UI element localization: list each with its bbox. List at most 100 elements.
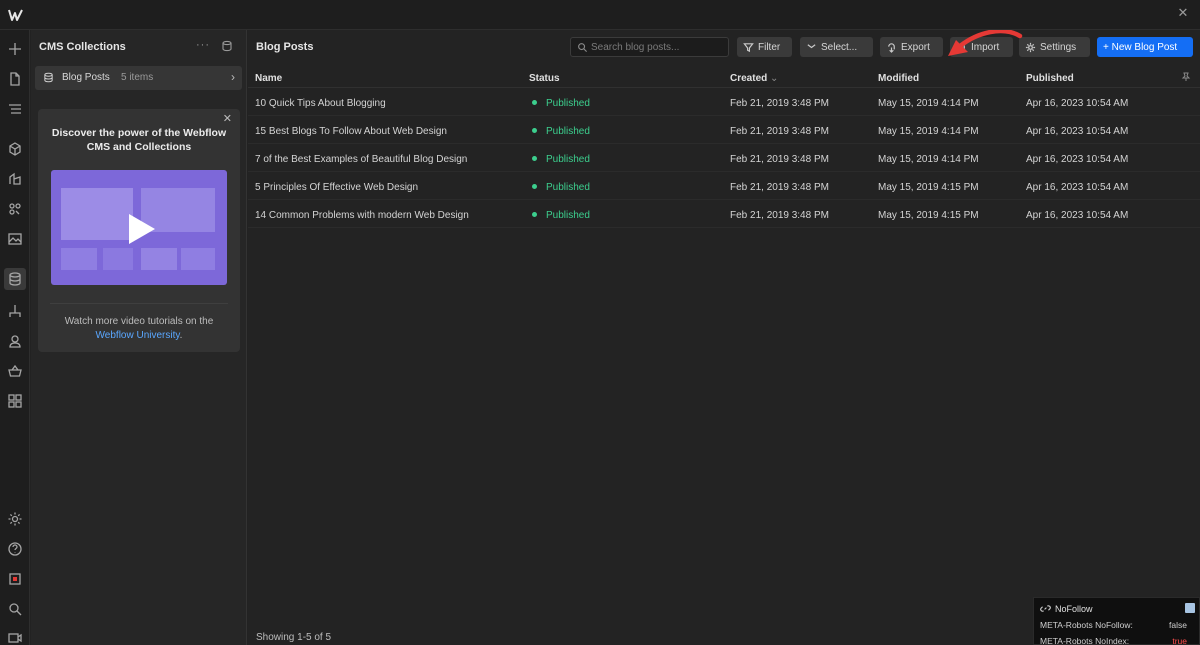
post-status: Published (546, 154, 590, 165)
play-icon[interactable] (129, 214, 155, 244)
settings-label: Settings (1040, 41, 1077, 53)
close-icon[interactable]: ✕ (223, 112, 232, 125)
help-icon[interactable] (4, 538, 26, 560)
collection-item-blog-posts[interactable]: Blog Posts 5 items › (35, 66, 242, 90)
search-input[interactable] (591, 40, 725, 55)
record-icon[interactable] (4, 568, 26, 590)
add-collection-icon[interactable] (221, 40, 233, 52)
column-created[interactable]: Created ⌄ (730, 73, 778, 84)
post-created: Feb 21, 2019 3:48 PM (730, 182, 829, 193)
webflow-university-link[interactable]: Webflow University (96, 330, 180, 341)
select-icon (807, 43, 816, 48)
post-created: Feb 21, 2019 3:48 PM (730, 210, 829, 221)
promo-footer-text: Watch more video tutorials on the (64, 316, 214, 327)
post-name[interactable]: 7 of the Best Examples of Beautiful Blog… (255, 154, 467, 165)
post-created: Feb 21, 2019 3:48 PM (730, 126, 829, 137)
post-name[interactable]: 5 Principles Of Effective Web Design (255, 182, 418, 193)
seo-noindex-label: META-Robots NoIndex: (1040, 636, 1130, 645)
annotation-arrow-icon (948, 30, 1023, 56)
flow-icon[interactable] (4, 300, 26, 322)
settings-button[interactable]: Settings (1019, 37, 1090, 57)
top-bar: ✕ (0, 0, 1200, 30)
seo-nofollow-value: false (1169, 620, 1187, 630)
post-modified: May 15, 2019 4:14 PM (878, 126, 979, 137)
post-modified: May 15, 2019 4:14 PM (878, 154, 979, 165)
gear-icon[interactable] (4, 508, 26, 530)
sort-desc-icon[interactable]: ⌄ (770, 73, 778, 84)
more-options-icon[interactable]: ··· (196, 39, 210, 51)
search-box[interactable] (570, 37, 729, 57)
post-published: Apr 16, 2023 10:54 AM (1026, 98, 1129, 109)
link-icon (1040, 605, 1051, 612)
cube-icon[interactable] (4, 138, 26, 160)
post-modified: May 15, 2019 4:15 PM (878, 182, 979, 193)
post-created: Feb 21, 2019 3:48 PM (730, 154, 829, 165)
filter-icon (743, 42, 754, 52)
left-toolbar (0, 30, 30, 645)
filter-button[interactable]: Filter (737, 37, 792, 57)
export-icon (888, 42, 895, 53)
post-status: Published (546, 210, 590, 221)
column-published[interactable]: Published (1026, 73, 1074, 84)
promo-footer: Watch more video tutorials on the Webflo… (50, 315, 228, 343)
post-modified: May 15, 2019 4:14 PM (878, 98, 979, 109)
new-blog-post-button[interactable]: + New Blog Post (1097, 37, 1193, 57)
palette-icon[interactable] (4, 198, 26, 220)
video-icon[interactable] (4, 627, 26, 645)
page-title: Blog Posts (256, 41, 314, 53)
column-name[interactable]: Name (255, 73, 282, 84)
user-icon[interactable] (4, 330, 26, 352)
seo-nofollow-label: META-Robots NoFollow: (1040, 620, 1133, 630)
table-row[interactable]: 14 Common Problems with modern Web Desig… (248, 200, 1200, 228)
new-blog-post-label: + New Blog Post (1103, 41, 1178, 53)
post-name[interactable]: 10 Quick Tips About Blogging (255, 98, 386, 109)
post-published: Apr 16, 2023 10:54 AM (1026, 154, 1129, 165)
filter-label: Filter (758, 41, 781, 53)
post-status: Published (546, 182, 590, 193)
search-icon[interactable] (4, 598, 26, 620)
post-name[interactable]: 15 Best Blogs To Follow About Web Design (255, 126, 447, 137)
export-label: Export (901, 41, 930, 53)
column-created-label: Created (730, 73, 768, 84)
divider (50, 303, 228, 304)
post-status: Published (546, 126, 590, 137)
select-button[interactable]: Select... (800, 37, 873, 57)
table-header: Name Status Created ⌄ Modified Published (248, 66, 1200, 88)
basket-icon[interactable] (4, 360, 26, 382)
pagination-status: Showing 1-5 of 5 (256, 632, 332, 643)
collection-name: Blog Posts (62, 72, 110, 83)
status-dot-icon (532, 184, 537, 189)
apps-icon[interactable] (4, 390, 26, 412)
promo-title: Discover the power of the Webflow CMS an… (51, 127, 227, 153)
chevron-right-icon: › (231, 70, 235, 84)
navigator-icon[interactable] (4, 98, 26, 120)
seo-widget: NoFollow META-Robots NoFollow: false MET… (1033, 597, 1200, 645)
status-dot-icon (532, 128, 537, 133)
post-modified: May 15, 2019 4:15 PM (878, 210, 979, 221)
seo-noindex-value: true (1172, 636, 1187, 645)
page-icon[interactable] (4, 68, 26, 90)
webflow-logo-icon[interactable] (8, 8, 24, 22)
database-icon[interactable] (4, 268, 26, 290)
table-row[interactable]: 7 of the Best Examples of Beautiful Blog… (248, 144, 1200, 172)
table-row[interactable]: 5 Principles Of Effective Web Design Publ… (248, 172, 1200, 200)
pin-icon[interactable] (1181, 72, 1191, 82)
select-label: Select... (821, 41, 858, 53)
column-modified[interactable]: Modified (878, 73, 919, 84)
seo-checkbox[interactable] (1185, 603, 1195, 613)
post-published: Apr 16, 2023 10:54 AM (1026, 126, 1129, 137)
panel-title: CMS Collections (39, 41, 126, 53)
plus-icon[interactable] (4, 38, 26, 60)
collection-count: 5 items (121, 72, 154, 83)
table-row[interactable]: 10 Quick Tips About Blogging Published Feb… (248, 88, 1200, 116)
table-row[interactable]: 15 Best Blogs To Follow About Web Design… (248, 116, 1200, 144)
status-dot-icon (532, 212, 537, 217)
cms-collections-panel: CMS Collections ··· Blog Posts 5 items ›… (31, 30, 247, 645)
layers-icon[interactable] (4, 168, 26, 190)
promo-video-thumbnail[interactable] (51, 170, 227, 285)
close-icon[interactable]: ✕ (1176, 6, 1190, 20)
post-created: Feb 21, 2019 3:48 PM (730, 98, 829, 109)
image-icon[interactable] (4, 228, 26, 250)
column-status[interactable]: Status (529, 73, 560, 84)
post-name[interactable]: 14 Common Problems with modern Web Desig… (255, 210, 469, 221)
